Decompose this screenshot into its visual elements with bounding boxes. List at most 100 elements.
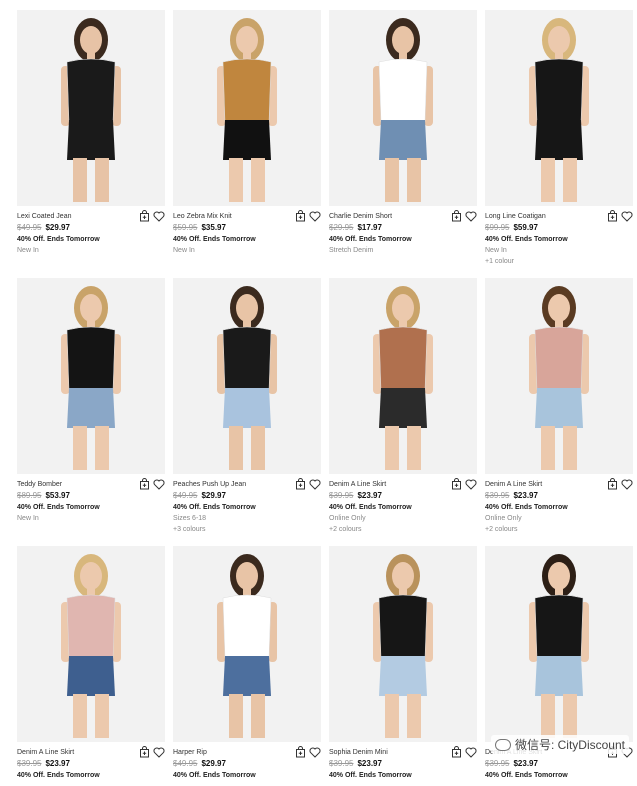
watermark: 微信号: CityDiscount — [490, 735, 629, 754]
product-image[interactable] — [329, 10, 477, 206]
product-image[interactable] — [329, 278, 477, 474]
sale-price: $53.97 — [45, 491, 70, 500]
product-prices: $49.95 $29.97 — [17, 222, 165, 234]
add-to-bag-icon[interactable] — [138, 210, 150, 222]
product-prices: $39.95 $23.97 — [485, 758, 633, 770]
heart-icon[interactable] — [153, 210, 165, 222]
promo-text: 40% Off. Ends Tomorrow — [485, 236, 568, 243]
sale-price: $23.97 — [513, 759, 538, 768]
product-name[interactable]: Lexi Coated Jean — [17, 212, 129, 222]
product-name[interactable]: Peaches Push Up Jean — [173, 480, 285, 490]
add-to-bag-icon[interactable] — [138, 478, 150, 490]
product-image[interactable] — [485, 278, 633, 474]
heart-icon[interactable] — [309, 210, 321, 222]
watermark-text: 微信号: CityDiscount — [514, 738, 625, 752]
product-tag: New In — [17, 247, 39, 254]
product-card[interactable]: Teddy Bomber $89.95 $53.97 40% Off. Ends To… — [17, 278, 165, 546]
sale-price: $23.97 — [357, 491, 382, 500]
add-to-bag-icon[interactable] — [138, 746, 150, 758]
product-card[interactable]: Peaches Push Up Jean $49.95 $29.97 40% Off.… — [173, 278, 321, 546]
promo-text: 40% Off. Ends Tomorrow — [329, 504, 412, 511]
product-card[interactable]: Long Line Coatigan $99.95 $59.97 40% Off. E… — [485, 10, 633, 278]
product-name[interactable]: Charlie Denim Short — [329, 212, 441, 222]
product-card[interactable]: Sophia Denim Mini $39.95 $23.97 40% Off. En… — [329, 546, 477, 786]
original-price: $29.95 — [329, 223, 354, 232]
promo-text: 40% Off. Ends Tomorrow — [17, 236, 100, 243]
product-image[interactable] — [329, 546, 477, 742]
promo-text: 40% Off. Ends Tomorrow — [17, 772, 100, 779]
add-to-bag-icon[interactable] — [606, 210, 618, 222]
product-image[interactable] — [485, 10, 633, 206]
colour-count[interactable]: +3 colours — [173, 524, 321, 535]
add-to-bag-icon[interactable] — [606, 478, 618, 490]
product-meta: Charlie Denim Short $29.95 $17.97 40% Off. … — [329, 206, 477, 256]
add-to-bag-icon[interactable] — [294, 478, 306, 490]
product-meta: Denim A Line Skirt$39.95$23.97 40% Off. E… — [17, 742, 165, 781]
product-image[interactable] — [173, 10, 321, 206]
product-image[interactable] — [485, 546, 633, 742]
product-card[interactable]: Lexi Coated Jean $49.95 $29.97 40% Off. End… — [17, 10, 165, 278]
promo-text: 40% Off. Ends Tomorrow — [17, 504, 100, 511]
add-to-bag-icon[interactable] — [294, 210, 306, 222]
heart-icon[interactable] — [153, 478, 165, 490]
sale-price: $29.97 — [45, 223, 70, 232]
product-card[interactable]: Denim A Line Skirt$39.95$23.97 40% Off. E… — [329, 278, 477, 546]
heart-icon[interactable] — [465, 746, 477, 758]
product-card[interactable]: Denim A Line Skirt$39.95$23.97 40% Off. E… — [485, 278, 633, 546]
colour-count[interactable]: +2 colours — [485, 524, 633, 535]
product-actions — [138, 746, 165, 758]
product-prices: $49.95 $29.97 — [173, 758, 321, 770]
product-name[interactable]: Long Line Coatigan — [485, 212, 597, 222]
original-price: $59.95 — [173, 223, 198, 232]
heart-icon[interactable] — [153, 746, 165, 758]
add-to-bag-icon[interactable] — [450, 746, 462, 758]
sale-price: $23.97 — [357, 759, 382, 768]
product-meta: Denim A Line Skirt$39.95$23.97 40% Off. E… — [485, 474, 633, 535]
product-name[interactable]: Harper Rip — [173, 748, 285, 758]
product-card[interactable]: Harper Rip $49.95 $29.97 40% Off. Ends Tomo… — [173, 546, 321, 786]
product-card[interactable]: Charlie Denim Short $29.95 $17.97 40% Off. … — [329, 10, 477, 278]
heart-icon[interactable] — [309, 478, 321, 490]
product-meta: Harper Rip $49.95 $29.97 40% Off. Ends Tomo… — [173, 742, 321, 781]
product-actions — [294, 478, 321, 490]
product-image[interactable] — [173, 546, 321, 742]
promo-text: 40% Off. Ends Tomorrow — [173, 504, 256, 511]
heart-icon[interactable] — [309, 746, 321, 758]
product-meta: Denim A Line Skirt$39.95$23.97 40% Off. E… — [329, 474, 477, 535]
heart-icon[interactable] — [465, 478, 477, 490]
product-name[interactable]: Teddy Bomber — [17, 480, 129, 490]
sale-price: $29.97 — [201, 491, 226, 500]
original-price: $89.95 — [17, 491, 42, 500]
original-price: $49.95 — [17, 223, 42, 232]
colour-count[interactable]: +1 colour — [485, 256, 633, 267]
product-name[interactable]: Denim A Line Skirt — [329, 480, 441, 490]
product-meta: Teddy Bomber $89.95 $53.97 40% Off. Ends To… — [17, 474, 165, 524]
product-meta: Sophia Denim Mini $39.95 $23.97 40% Off. En… — [329, 742, 477, 781]
product-image[interactable] — [17, 278, 165, 474]
product-actions — [450, 746, 477, 758]
add-to-bag-icon[interactable] — [294, 746, 306, 758]
product-card[interactable]: Leo Zebra Mix Knit $59.95 $35.97 40% Off. E… — [173, 10, 321, 278]
add-to-bag-icon[interactable] — [450, 210, 462, 222]
product-card[interactable]: Denim A Line Skirt$39.95$23.97 40% Off. E… — [17, 546, 165, 786]
product-prices: $59.95 $35.97 — [173, 222, 321, 234]
heart-icon[interactable] — [621, 478, 633, 490]
product-prices: $39.95 $23.97 — [485, 490, 633, 502]
product-image[interactable] — [173, 278, 321, 474]
product-name[interactable]: Sophia Denim Mini — [329, 748, 441, 758]
product-image[interactable] — [17, 10, 165, 206]
heart-icon[interactable] — [465, 210, 477, 222]
product-name[interactable]: Denim A Line Skirt — [485, 480, 597, 490]
product-name[interactable]: Denim A Line Skirt — [17, 748, 129, 758]
product-name[interactable]: Leo Zebra Mix Knit — [173, 212, 285, 222]
product-image[interactable] — [17, 546, 165, 742]
product-prices: $39.95 $23.97 — [329, 490, 477, 502]
product-prices: $49.95 $29.97 — [173, 490, 321, 502]
add-to-bag-icon[interactable] — [450, 478, 462, 490]
wechat-icon — [494, 738, 511, 751]
colour-count[interactable]: +2 colours — [329, 524, 477, 535]
product-prices: $29.95 $17.97 — [329, 222, 477, 234]
product-meta: Leo Zebra Mix Knit $59.95 $35.97 40% Off. E… — [173, 206, 321, 256]
heart-icon[interactable] — [621, 210, 633, 222]
original-price: $99.95 — [485, 223, 510, 232]
